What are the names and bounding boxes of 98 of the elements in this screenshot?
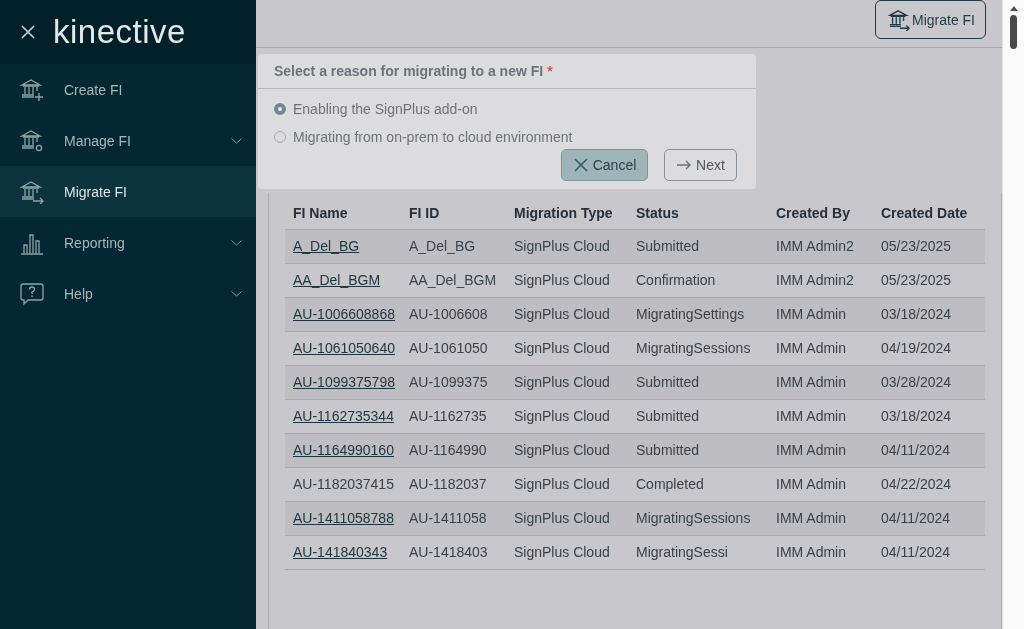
table-cell: AA_Del_BGM [409,272,497,288]
brand-logo: kinective [53,13,186,51]
sidebar-label: Manage FI [64,132,132,149]
table-cell: Submitted [636,408,700,424]
table-cell: 05/23/2025 [881,238,952,254]
table-cell: SignPlus Cloud [514,408,610,424]
help-icon [20,281,44,306]
table-cell: MigratingSettings [636,306,745,322]
table-cell: IMM Admin2 [776,272,854,288]
table-cell: IMM Admin [776,544,846,560]
table-cell: Submitted [636,442,700,458]
bank-arrow-icon [888,8,910,31]
table-cell: SignPlus Cloud [514,340,610,356]
table-cell: SignPlus Cloud [514,510,610,526]
close-icon[interactable] [21,25,35,39]
table-cell: MigratingSessions [636,510,751,526]
table-cell: IMM Admin [776,374,846,390]
table-cell: 03/28/2024 [881,374,952,390]
table-cell: AU-1061050 [409,340,488,356]
table-cell: IMM Admin [776,306,846,322]
table-cell: AU-1099375 [409,374,488,390]
sidebar-item[interactable]: Reporting [0,217,256,268]
sidebar-label: Migrate FI [64,183,128,200]
table-cell: AU-1418403 [409,544,488,560]
next-button[interactable]: Next [664,149,737,181]
fi-name-link[interactable]: A_Del_BG [293,238,360,254]
arrow-right-icon [676,160,693,170]
table-cell: Completed [636,476,704,492]
table-cell: 04/22/2024 [881,476,952,492]
table-cell: 04/19/2024 [881,340,952,356]
table-cell: SignPlus Cloud [514,306,610,322]
table-cell: AU-1006608 [409,306,488,322]
fi-name-link[interactable]: AU-1099375798 [293,374,395,390]
fi-name-link[interactable]: AU-1164990160 [293,442,394,458]
scroll-up-icon[interactable] [1009,6,1018,11]
table-cell: IMM Admin [776,408,846,424]
sidebar-item[interactable]: Help [0,268,256,319]
table-cell: SignPlus Cloud [514,476,610,492]
table-cell: 03/18/2024 [881,306,952,322]
fi-name-link[interactable]: AU-141840343 [293,544,388,560]
fi-name-link[interactable]: AU-1162735344 [293,408,394,424]
sidebar-item[interactable]: Create FI [0,64,256,115]
table-cell: SignPlus Cloud [514,272,610,288]
chevron-down-icon [231,137,242,144]
sidebar-label: Help [64,285,94,302]
cancel-button[interactable]: Cancel [561,149,648,181]
table-cell: MigratingSessions [636,340,751,356]
required-mark: * [547,63,553,79]
table-cell: SignPlus Cloud [514,544,610,560]
table-cell: 03/18/2024 [881,408,952,424]
bank-arrow-icon [20,179,44,204]
table-cell: AU-1162735 [409,408,487,424]
table-cell: A_Del_BG [409,238,476,254]
table-cell: Confirmation [636,272,716,288]
sidebar-label: Create FI [64,81,124,98]
table-cell: 04/11/2024 [881,510,951,526]
fi-name-text: AU-1182037415 [293,476,394,492]
table-cell: 04/11/2024 [881,544,951,560]
table-cell: AU-1164990 [409,442,487,458]
chevron-down-icon [231,290,242,297]
table-cell: SignPlus Cloud [514,442,610,458]
column-header: Status [635,204,680,223]
table-cell: Submitted [636,374,700,390]
dialog-title: Select a reason for migrating to a new FI [274,63,544,79]
table-cell: IMM Admin [776,510,846,526]
table-cell: AU-1182037 [409,476,487,492]
table-cell: Submitted [636,238,700,254]
sidebar-item[interactable]: Migrate FI [0,166,256,217]
table-cell: SignPlus Cloud [514,374,610,390]
migrate-fi-button[interactable]: Migrate FI [875,0,986,39]
sidebar-label: Reporting [64,234,126,251]
table-cell: SignPlus Cloud [514,238,610,254]
table-cell: 05/23/2025 [881,272,952,288]
table-cell: IMM Admin2 [776,238,854,254]
radio-option[interactable]: Enabling the SignPlus add-on [274,101,756,117]
table-cell: IMM Admin [776,476,846,492]
table-cell: IMM Admin [776,442,846,458]
fi-name-link[interactable]: AU-1411058788 [293,510,394,526]
table-cell: 04/11/2024 [881,442,951,458]
fi-name-link[interactable]: AU-1006608868 [293,306,395,322]
radio-option[interactable]: Migrating from on-prem to cloud environment [274,129,756,145]
close-icon [572,157,589,173]
bank-plus-icon [20,77,44,102]
radio-button[interactable] [274,103,286,115]
table-cell: IMM Admin [776,340,846,356]
fi-name-link[interactable]: AA_Del_BGM [293,272,381,288]
column-header: Created By [775,204,851,223]
table-cell: AU-1411058 [409,510,487,526]
scrollbar[interactable] [1002,0,1024,629]
sidebar-item[interactable]: Manage FI [0,115,256,166]
column-header: FI Name [292,204,349,223]
fi-name-link[interactable]: AU-1061050640 [293,340,395,356]
chevron-down-icon [231,239,242,246]
table-cell: MigratingSessi [636,544,728,560]
column-header: Migration Type [513,204,614,223]
column-header: Created Date [880,204,969,223]
column-header: FI ID [408,204,441,223]
scrollbar-thumb[interactable] [1010,15,1017,49]
